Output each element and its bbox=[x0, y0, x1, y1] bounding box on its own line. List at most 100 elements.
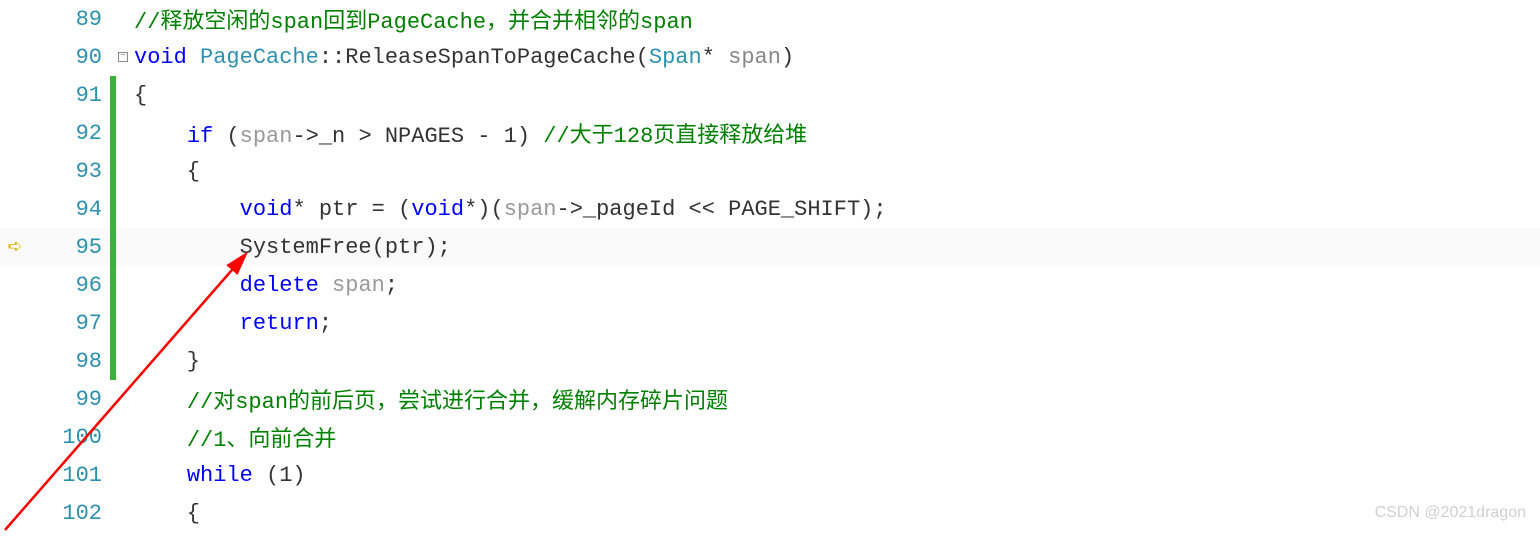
code-line[interactable]: 98 } bbox=[0, 342, 1540, 380]
code-line[interactable]: ➪95 SystemFree(ptr); bbox=[0, 228, 1540, 266]
code-line[interactable]: 93 { bbox=[0, 152, 1540, 190]
line-number: 98 bbox=[76, 349, 102, 374]
token-punct: } bbox=[134, 349, 200, 374]
fold-gutter[interactable] bbox=[116, 380, 130, 418]
breakpoint-margin[interactable] bbox=[0, 273, 30, 298]
line-number: 96 bbox=[76, 273, 102, 298]
code-content[interactable]: //1、向前合并 bbox=[130, 421, 336, 453]
token-punct bbox=[134, 463, 187, 488]
fold-gutter[interactable] bbox=[116, 342, 130, 380]
token-punct: *)( bbox=[464, 197, 504, 222]
token-punct: * bbox=[702, 45, 728, 70]
gutter[interactable]: 92 bbox=[0, 121, 110, 146]
fold-gutter[interactable] bbox=[116, 190, 130, 228]
token-punct bbox=[134, 197, 240, 222]
breakpoint-margin[interactable] bbox=[0, 387, 30, 412]
fold-gutter[interactable] bbox=[116, 266, 130, 304]
breakpoint-margin[interactable] bbox=[0, 83, 30, 108]
token-keyword: delete bbox=[240, 273, 319, 298]
token-comment: //释放空闲的span回到PageCache，并合并相邻的span bbox=[134, 10, 693, 35]
token-punct bbox=[134, 428, 187, 453]
token-comment: //大于128页直接释放给堆 bbox=[543, 124, 807, 149]
breakpoint-margin[interactable] bbox=[0, 159, 30, 184]
gutter[interactable]: ➪95 bbox=[0, 235, 110, 260]
fold-gutter[interactable] bbox=[116, 494, 130, 532]
code-content[interactable]: return; bbox=[130, 311, 332, 336]
gutter[interactable]: 89 bbox=[0, 7, 110, 32]
line-number: 91 bbox=[76, 83, 102, 108]
token-keyword: void bbox=[411, 197, 464, 222]
code-line[interactable]: 89 //释放空闲的span回到PageCache，并合并相邻的span bbox=[0, 0, 1540, 38]
collapse-icon[interactable]: − bbox=[118, 52, 128, 62]
breakpoint-margin[interactable] bbox=[0, 7, 30, 32]
code-line[interactable]: 102 { bbox=[0, 494, 1540, 532]
fold-gutter[interactable] bbox=[116, 228, 130, 266]
fold-gutter[interactable] bbox=[116, 152, 130, 190]
token-type: PageCache bbox=[200, 45, 319, 70]
gutter[interactable]: 99 bbox=[0, 387, 110, 412]
breakpoint-margin[interactable] bbox=[0, 463, 30, 488]
fold-gutter[interactable] bbox=[116, 418, 130, 456]
code-content[interactable]: if (span->_n > NPAGES - 1) //大于128页直接释放给… bbox=[130, 117, 807, 149]
breakpoint-margin[interactable] bbox=[0, 311, 30, 336]
gutter[interactable]: 102 bbox=[0, 501, 110, 526]
code-content[interactable]: while (1) bbox=[130, 463, 306, 488]
code-line[interactable]: 100 //1、向前合并 bbox=[0, 418, 1540, 456]
code-content[interactable]: void PageCache::ReleaseSpanToPageCache(S… bbox=[130, 45, 794, 70]
token-punct: (1) bbox=[253, 463, 306, 488]
token-punct: ; bbox=[319, 311, 332, 336]
code-line[interactable]: 91 { bbox=[0, 76, 1540, 114]
line-number: 101 bbox=[62, 463, 102, 488]
token-keyword: return bbox=[240, 311, 319, 336]
token-punct bbox=[319, 273, 332, 298]
gutter[interactable]: 93 bbox=[0, 159, 110, 184]
code-content[interactable]: { bbox=[130, 501, 200, 526]
breakpoint-margin[interactable] bbox=[0, 197, 30, 222]
gutter[interactable]: 94 bbox=[0, 197, 110, 222]
line-number: 99 bbox=[76, 387, 102, 412]
gutter[interactable]: 97 bbox=[0, 311, 110, 336]
gutter[interactable]: 101 bbox=[0, 463, 110, 488]
code-line[interactable]: 92 if (span->_n > NPAGES - 1) //大于128页直接… bbox=[0, 114, 1540, 152]
breakpoint-margin[interactable] bbox=[0, 501, 30, 526]
fold-gutter[interactable] bbox=[116, 456, 130, 494]
code-content[interactable]: { bbox=[130, 83, 147, 108]
code-editor[interactable]: 89//释放空闲的span回到PageCache，并合并相邻的span90−vo… bbox=[0, 0, 1540, 532]
code-content[interactable]: void* ptr = (void*)(span->_pageId << PAG… bbox=[130, 197, 887, 222]
token-comment: //对span的前后页，尝试进行合并，缓解内存碎片问题 bbox=[187, 390, 728, 415]
code-line[interactable]: 101 while (1) bbox=[0, 456, 1540, 494]
gutter[interactable]: 96 bbox=[0, 273, 110, 298]
line-number: 102 bbox=[62, 501, 102, 526]
code-content[interactable]: } bbox=[130, 349, 200, 374]
code-line[interactable]: 97 return; bbox=[0, 304, 1540, 342]
token-ident-gray: span bbox=[332, 273, 385, 298]
code-content[interactable]: delete span; bbox=[130, 273, 398, 298]
gutter[interactable]: 98 bbox=[0, 349, 110, 374]
code-line[interactable]: 99 //对span的前后页，尝试进行合并，缓解内存碎片问题 bbox=[0, 380, 1540, 418]
code-line[interactable]: 94 void* ptr = (void*)(span->_pageId << … bbox=[0, 190, 1540, 228]
code-line[interactable]: 90−void PageCache::ReleaseSpanToPageCach… bbox=[0, 38, 1540, 76]
code-content[interactable]: { bbox=[130, 159, 200, 184]
token-punct bbox=[134, 273, 240, 298]
gutter[interactable]: 100 bbox=[0, 425, 110, 450]
code-content[interactable]: //对span的前后页，尝试进行合并，缓解内存碎片问题 bbox=[130, 383, 728, 415]
gutter[interactable]: 90 bbox=[0, 45, 110, 70]
breakpoint-margin[interactable] bbox=[0, 45, 30, 70]
breakpoint-margin[interactable] bbox=[0, 349, 30, 374]
breakpoint-margin[interactable] bbox=[0, 121, 30, 146]
code-content[interactable]: //释放空闲的span回到PageCache，并合并相邻的span bbox=[130, 3, 693, 35]
token-ident-gray: span bbox=[240, 124, 293, 149]
token-punct: ::ReleaseSpanToPageCache( bbox=[319, 45, 649, 70]
breakpoint-margin[interactable] bbox=[0, 425, 30, 450]
line-number: 93 bbox=[76, 159, 102, 184]
code-content[interactable]: SystemFree(ptr); bbox=[130, 235, 451, 260]
code-line[interactable]: 96 delete span; bbox=[0, 266, 1540, 304]
fold-gutter[interactable]: − bbox=[116, 38, 130, 76]
fold-gutter[interactable] bbox=[116, 0, 130, 38]
fold-gutter[interactable] bbox=[116, 304, 130, 342]
token-punct: ; bbox=[385, 273, 398, 298]
fold-gutter[interactable] bbox=[116, 114, 130, 152]
gutter[interactable]: 91 bbox=[0, 83, 110, 108]
breakpoint-margin[interactable]: ➪ bbox=[0, 235, 30, 260]
fold-gutter[interactable] bbox=[116, 76, 130, 114]
